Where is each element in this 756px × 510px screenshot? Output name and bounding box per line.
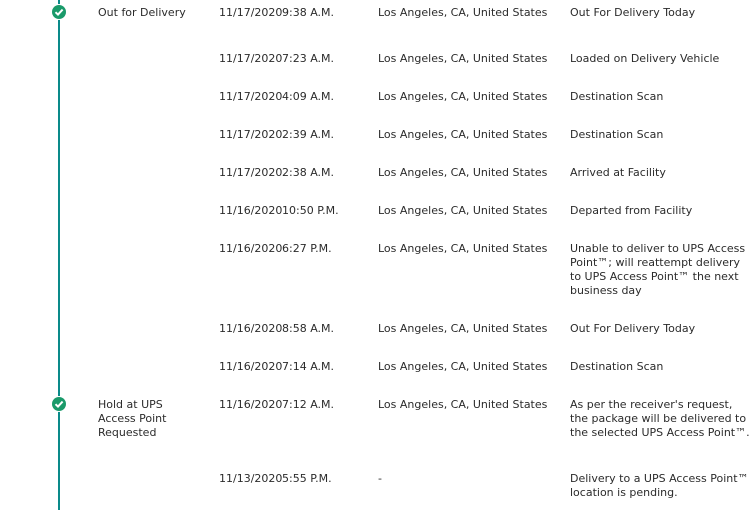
event-activity: Out For Delivery Today — [570, 322, 696, 335]
event-date: 11/16/2020 — [219, 360, 283, 373]
event-activity: As per the receiver's request, the packa… — [570, 398, 750, 439]
event-location: Los Angeles, CA, United States — [378, 166, 548, 179]
event-date: 11/17/2020 — [219, 128, 283, 141]
check-circle-icon — [52, 397, 66, 411]
event-time: 5:55 P.M. — [282, 472, 332, 485]
timeline-line — [58, 0, 60, 510]
event-time: 7:14 A.M. — [282, 360, 335, 373]
event-date: 11/17/2020 — [219, 6, 283, 19]
event-activity: Arrived at Facility — [570, 166, 666, 179]
event-location: Los Angeles, CA, United States — [378, 90, 548, 103]
event-location: - — [378, 472, 382, 485]
milestone-label: Hold at UPS Access Point Requested — [98, 398, 167, 439]
event-location: Los Angeles, CA, United States — [378, 128, 548, 141]
event-time: 9:38 A.M. — [282, 6, 335, 19]
milestone-label: Out for Delivery — [98, 6, 186, 19]
event-time: 7:23 A.M. — [282, 52, 335, 65]
event-time: 6:27 P.M. — [282, 242, 332, 255]
event-date: 11/17/2020 — [219, 166, 283, 179]
event-location: Los Angeles, CA, United States — [378, 242, 548, 255]
event-time: 10:50 P.M. — [282, 204, 339, 217]
event-location: Los Angeles, CA, United States — [378, 398, 548, 411]
event-time: 2:39 A.M. — [282, 128, 335, 141]
event-time: 8:58 A.M. — [282, 322, 335, 335]
event-time: 2:38 A.M. — [282, 166, 335, 179]
event-activity: Unable to deliver to UPS Access Point™; … — [570, 242, 746, 297]
event-date: 11/16/2020 — [219, 322, 283, 335]
event-date: 11/16/2020 — [219, 204, 283, 217]
event-activity: Out For Delivery Today — [570, 6, 696, 19]
event-activity: Delivery to a UPS Access Point™ location… — [570, 472, 749, 499]
event-date: 11/16/2020 — [219, 242, 283, 255]
event-date: 11/17/2020 — [219, 90, 283, 103]
event-location: Los Angeles, CA, United States — [378, 360, 548, 373]
event-date: 11/16/2020 — [219, 398, 283, 411]
event-activity: Destination Scan — [570, 128, 664, 141]
event-location: Los Angeles, CA, United States — [378, 6, 548, 19]
event-activity: Departed from Facility — [570, 204, 693, 217]
event-date: 11/17/2020 — [219, 52, 283, 65]
event-location: Los Angeles, CA, United States — [378, 52, 548, 65]
event-location: Los Angeles, CA, United States — [378, 322, 548, 335]
event-date: 11/13/2020 — [219, 472, 283, 485]
event-location: Los Angeles, CA, United States — [378, 204, 548, 217]
event-time: 7:12 A.M. — [282, 398, 335, 411]
event-time: 4:09 A.M. — [282, 90, 335, 103]
check-circle-icon — [52, 5, 66, 19]
event-activity: Destination Scan — [570, 90, 664, 103]
event-activity: Loaded on Delivery Vehicle — [570, 52, 720, 65]
event-activity: Destination Scan — [570, 360, 664, 373]
